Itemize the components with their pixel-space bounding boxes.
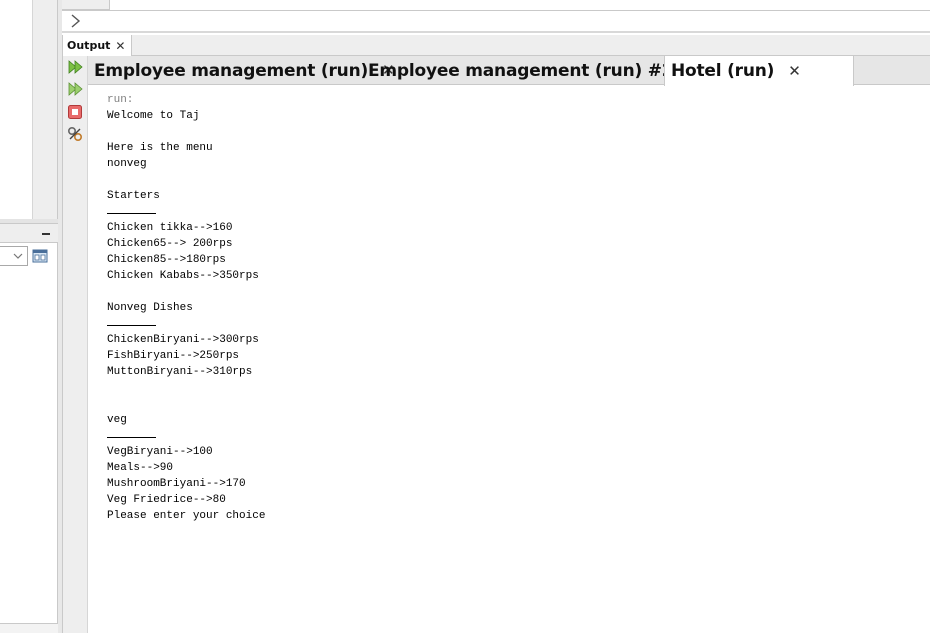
- output-window: Output ✕ Employee management (run) ✕ Emp…: [62, 35, 930, 633]
- rerun-with-args-icon[interactable]: [67, 81, 83, 97]
- dropdown-select[interactable]: [0, 246, 28, 266]
- close-icon[interactable]: ✕: [115, 40, 125, 52]
- tab-employee-management-run-2[interactable]: Employee management (run) #2 ✕: [362, 56, 700, 85]
- vertical-scrollbar[interactable]: [32, 0, 58, 219]
- console-line: Nonveg Dishes: [107, 302, 193, 314]
- tab-hotel-run[interactable]: Hotel (run) ✕: [664, 56, 854, 86]
- console-line: MuttonBiryani-->310rps: [107, 366, 253, 378]
- run-tabs-bar: Employee management (run) ✕ Employee man…: [88, 56, 930, 86]
- editor-tab-stub[interactable]: [62, 0, 110, 10]
- divider: [62, 31, 930, 33]
- window-icon[interactable]: [32, 248, 48, 264]
- output-toolbar: [63, 56, 88, 633]
- rerun-icon[interactable]: [67, 59, 83, 75]
- console-run-label: run:: [107, 94, 134, 106]
- left-lower-panel: [0, 224, 58, 633]
- editor-area: [62, 0, 930, 33]
- chevron-right-icon[interactable]: [68, 13, 82, 29]
- divider: [62, 10, 930, 11]
- console-line: Veg Friedrice-->80: [107, 494, 226, 506]
- ide-window: Output ✕ Employee management (run) ✕ Emp…: [0, 0, 930, 633]
- tab-employee-management-run[interactable]: Employee management (run) ✕: [88, 56, 395, 85]
- stop-icon[interactable]: [67, 104, 83, 120]
- console-line: nonveg: [107, 158, 147, 170]
- console-line: MushroomBriyani-->170: [107, 478, 246, 490]
- console-line: Meals-->90: [107, 462, 174, 474]
- console-output[interactable]: run: Welcome to Taj Here is the menu nonveg…: [88, 86, 930, 633]
- settings-icon[interactable]: [67, 126, 83, 142]
- console-line: Chicken85-->180rps: [107, 254, 226, 266]
- panel-header: [0, 224, 58, 243]
- console-line: Chicken65--> 200rps: [107, 238, 233, 250]
- underline-rule: [107, 318, 156, 326]
- console-line: Starters: [107, 190, 160, 202]
- output-tab-label: Output: [67, 39, 111, 52]
- console-line: veg: [107, 414, 127, 426]
- console-underline: [107, 316, 265, 332]
- tab-label: Employee management (run) #2: [368, 60, 674, 81]
- console-line: Chicken tikka-->160: [107, 222, 233, 234]
- tab-label: Hotel (run): [671, 61, 775, 81]
- console-line: Here is the menu: [107, 142, 213, 154]
- minimize-icon[interactable]: [42, 227, 52, 239]
- console-line: Welcome to Taj: [107, 110, 200, 122]
- close-icon[interactable]: ✕: [788, 63, 801, 79]
- console-line: Please enter your choice: [107, 510, 266, 522]
- console-underline: [107, 204, 265, 220]
- console-line: VegBiryani-->100: [107, 446, 213, 458]
- tab-label: Employee management (run): [94, 60, 369, 81]
- console-underline: [107, 428, 265, 444]
- output-header: Output ✕: [63, 35, 930, 56]
- chevron-down-icon: [13, 253, 23, 259]
- console-line: FishBiryani-->250rps: [107, 350, 240, 362]
- console-line: Chicken Kababs-->350rps: [107, 270, 259, 282]
- panel-footer: [0, 623, 58, 633]
- underline-rule: [107, 430, 156, 438]
- left-upper-panel: [0, 0, 58, 219]
- underline-rule: [107, 206, 156, 214]
- console-text: run: Welcome to Taj Here is the menu nonveg…: [107, 92, 265, 524]
- output-tab[interactable]: Output ✕: [63, 35, 133, 56]
- console-line: ChickenBiryani-->300rps: [107, 334, 259, 346]
